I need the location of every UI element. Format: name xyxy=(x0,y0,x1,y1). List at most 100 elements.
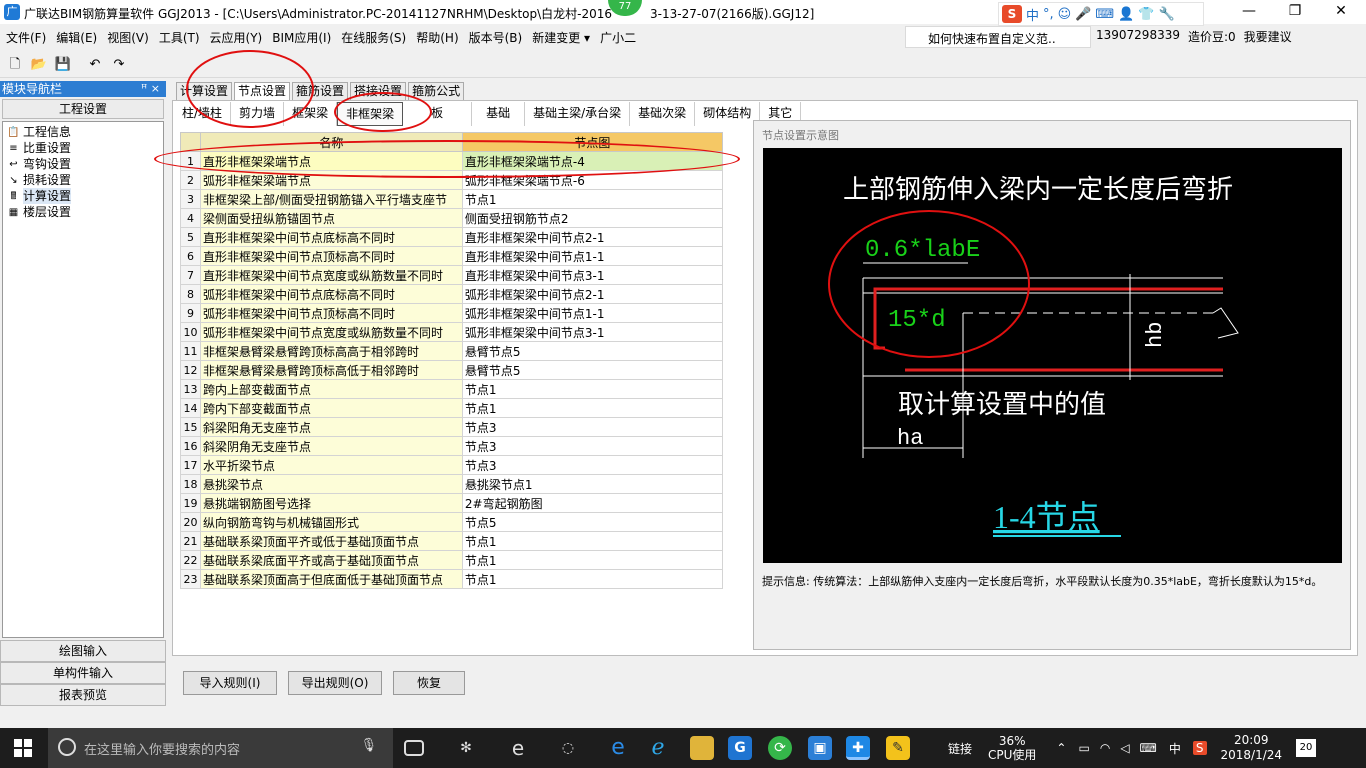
notification-count[interactable]: 20 xyxy=(1296,739,1317,757)
menu-bim[interactable]: BIM应用(I) xyxy=(272,29,331,46)
table-row[interactable]: 3 非框架梁上部/侧面受扭钢筋锚入平行墙支座节 节点1 xyxy=(180,189,724,209)
table-row[interactable]: 20 纵向钢筋弯钩与机械锚固形式 节点5 xyxy=(180,512,724,532)
tray-chevron-icon[interactable]: ⌃ xyxy=(1056,741,1066,755)
menu-guangxiaoer[interactable]: 广小二 xyxy=(600,29,636,46)
table-row[interactable]: 6 直形非框架梁中间节点顶标高不同时 直形非框架梁中间节点1-1 xyxy=(180,246,724,266)
tray-link[interactable]: 链接 xyxy=(948,740,972,757)
table-row[interactable]: 21 基础联系梁顶面平齐或低于基础顶面节点 节点1 xyxy=(180,531,724,551)
row-node[interactable]: 直形非框架梁中间节点3-1 xyxy=(461,265,724,285)
menu-edit[interactable]: 编辑(E) xyxy=(56,29,97,46)
clock[interactable]: 20:09 2018/1/24 xyxy=(1221,733,1283,763)
user-icon[interactable]: 👤 xyxy=(1118,7,1134,22)
menu-cloud[interactable]: 云应用(Y) xyxy=(210,29,263,46)
row-node[interactable]: 弧形非框架梁中间节点1-1 xyxy=(461,303,724,323)
row-node[interactable]: 节点1 xyxy=(461,531,724,551)
cost-beans[interactable]: 造价豆:0 xyxy=(1188,28,1236,45)
menu-online[interactable]: 在线服务(S) xyxy=(341,29,406,46)
tools-icon[interactable]: 🔧 xyxy=(1159,7,1175,22)
redo-icon[interactable]: ↷ xyxy=(110,56,128,74)
row-node[interactable]: 节点1 xyxy=(461,398,724,418)
table-row[interactable]: 7 直形非框架梁中间节点宽度或纵筋数量不同时 直形非框架梁中间节点3-1 xyxy=(180,265,724,285)
row-node[interactable]: 弧形非框架梁中间节点2-1 xyxy=(461,284,724,304)
row-node[interactable]: 悬臂节点5 xyxy=(461,341,724,361)
fan-icon[interactable]: ✻ xyxy=(454,736,478,760)
task-view-icon[interactable] xyxy=(404,740,424,756)
table-row[interactable]: 17 水平折梁节点 节点3 xyxy=(180,455,724,475)
close-button[interactable]: ✕ xyxy=(1318,0,1364,24)
table-row[interactable]: 11 非框架悬臂梁悬臂跨顶标高高于相邻跨时 悬臂节点5 xyxy=(180,341,724,361)
ime-punct-icon[interactable]: °, xyxy=(1043,7,1054,22)
nav-section-project-settings[interactable]: 工程设置 xyxy=(2,99,164,119)
glodon-icon[interactable]: G xyxy=(728,736,752,760)
subtab-foundation-secondary-beam[interactable]: 基础次梁 xyxy=(630,102,696,126)
menu-file[interactable]: 文件(F) xyxy=(6,29,46,46)
pin-icon[interactable]: ꟸ × xyxy=(141,81,160,97)
keyboard-icon[interactable]: ⌨ xyxy=(1140,741,1157,755)
store-icon[interactable]: ▣ xyxy=(808,736,832,760)
folder-icon[interactable] xyxy=(690,736,714,760)
phone-account[interactable]: 13907298339 xyxy=(1096,28,1180,45)
table-row[interactable]: 9 弧形非框架梁中间节点顶标高不同时 弧形非框架梁中间节点1-1 xyxy=(180,303,724,323)
table-row[interactable]: 5 直形非框架梁中间节点底标高不同时 直形非框架梁中间节点2-1 xyxy=(180,227,724,247)
row-node[interactable]: 节点1 xyxy=(461,550,724,570)
table-row[interactable]: 22 基础联系梁底面平齐或高于基础顶面节点 节点1 xyxy=(180,550,724,570)
sogou-icon[interactable]: S xyxy=(1002,5,1022,23)
table-row[interactable]: 4 梁侧面受扭纵筋锚固节点 侧面受扭钢筋节点2 xyxy=(180,208,724,228)
row-node[interactable]: 悬臂节点5 xyxy=(461,360,724,380)
ime-toolbar[interactable]: S 中 °, ☺ 🎤 ⌨ 👤 👕 🔧 xyxy=(998,2,1204,26)
menu-help[interactable]: 帮助(H) xyxy=(416,29,458,46)
row-node[interactable]: 侧面受扭钢筋节点2 xyxy=(461,208,724,228)
minimize-button[interactable]: — xyxy=(1226,0,1272,24)
nav-drawing-input[interactable]: 绘图输入 xyxy=(0,640,166,662)
suggest-link[interactable]: 我要建议 xyxy=(1244,28,1292,45)
row-node[interactable]: 直形非框架梁中间节点2-1 xyxy=(461,227,724,247)
table-row[interactable]: 8 弧形非框架梁中间节点底标高不同时 弧形非框架梁中间节点2-1 xyxy=(180,284,724,304)
nav-item-calc[interactable]: 🖩 计算设置 xyxy=(7,188,159,204)
menu-tools[interactable]: 工具(T) xyxy=(159,29,200,46)
browser-icon[interactable]: ◌ xyxy=(556,736,580,760)
wifi-icon[interactable]: ◠ xyxy=(1100,741,1110,755)
menu-view[interactable]: 视图(V) xyxy=(107,29,149,46)
row-node[interactable]: 节点3 xyxy=(461,455,724,475)
row-node[interactable]: 节点1 xyxy=(461,379,724,399)
nav-item-project-info[interactable]: 📋 工程信息 xyxy=(7,124,159,140)
subtab-masonry[interactable]: 砌体结构 xyxy=(695,102,761,126)
table-row[interactable]: 13 跨内上部变截面节点 节点1 xyxy=(180,379,724,399)
menu-version[interactable]: 版本号(B) xyxy=(469,29,523,46)
table-row[interactable]: 19 悬挑端钢筋图号选择 2#弯起钢筋图 xyxy=(180,493,724,513)
menu-new-change[interactable]: 新建变更 ▾ xyxy=(532,29,590,46)
help-search-box[interactable]: 如何快速布置自定义范.. xyxy=(905,26,1091,48)
taskbar-search-box[interactable]: 在这里输入你要搜索的内容 🎙 xyxy=(48,728,393,768)
edge-new-icon[interactable]: e xyxy=(606,736,630,760)
row-node[interactable]: 弧形非框架梁中间节点3-1 xyxy=(461,322,724,342)
glodon-ggj-icon[interactable]: ✚ xyxy=(846,736,870,760)
undo-icon[interactable]: ↶ xyxy=(86,56,104,74)
emoji-icon[interactable]: ☺ xyxy=(1058,7,1072,22)
nav-item-weight[interactable]: ≡ 比重设置 xyxy=(7,140,159,156)
row-node[interactable]: 悬挑梁节点1 xyxy=(461,474,724,494)
edge-icon[interactable]: e xyxy=(506,736,530,760)
battery-icon[interactable]: ▭ xyxy=(1078,741,1089,755)
table-row[interactable]: 12 非框架悬臂梁悬臂跨顶标高低于相邻跨时 悬臂节点5 xyxy=(180,360,724,380)
open-folder-icon[interactable]: 📂 xyxy=(30,56,48,74)
import-rules-button[interactable]: 导入规则(I) xyxy=(183,671,277,695)
360-icon[interactable]: ⟳ xyxy=(768,736,792,760)
row-node[interactable]: 节点1 xyxy=(461,569,724,589)
restore-button[interactable]: 恢复 xyxy=(393,671,465,695)
nav-single-component[interactable]: 单构件输入 xyxy=(0,662,166,684)
export-rules-button[interactable]: 导出规则(O) xyxy=(288,671,382,695)
row-node[interactable]: 节点3 xyxy=(461,436,724,456)
cpu-meter[interactable]: 36% CPU使用 xyxy=(988,734,1036,762)
tray-ime[interactable]: 中 xyxy=(1169,740,1181,757)
save-icon[interactable]: 💾 xyxy=(54,56,72,74)
skin-icon[interactable]: 👕 xyxy=(1138,7,1154,22)
keyboard-icon[interactable]: ⌨ xyxy=(1095,7,1114,22)
new-file-icon[interactable]: 🗋 xyxy=(6,56,24,74)
table-row[interactable]: 18 悬挑梁节点 悬挑梁节点1 xyxy=(180,474,724,494)
row-node[interactable]: 2#弯起钢筋图 xyxy=(461,493,724,513)
start-windows-icon[interactable] xyxy=(14,739,32,757)
table-row[interactable]: 10 弧形非框架梁中间节点宽度或纵筋数量不同时 弧形非框架梁中间节点3-1 xyxy=(180,322,724,342)
ime-mode[interactable]: 中 xyxy=(1026,5,1039,24)
row-node[interactable]: 直形非框架梁中间节点1-1 xyxy=(461,246,724,266)
row-node[interactable]: 节点5 xyxy=(461,512,724,532)
